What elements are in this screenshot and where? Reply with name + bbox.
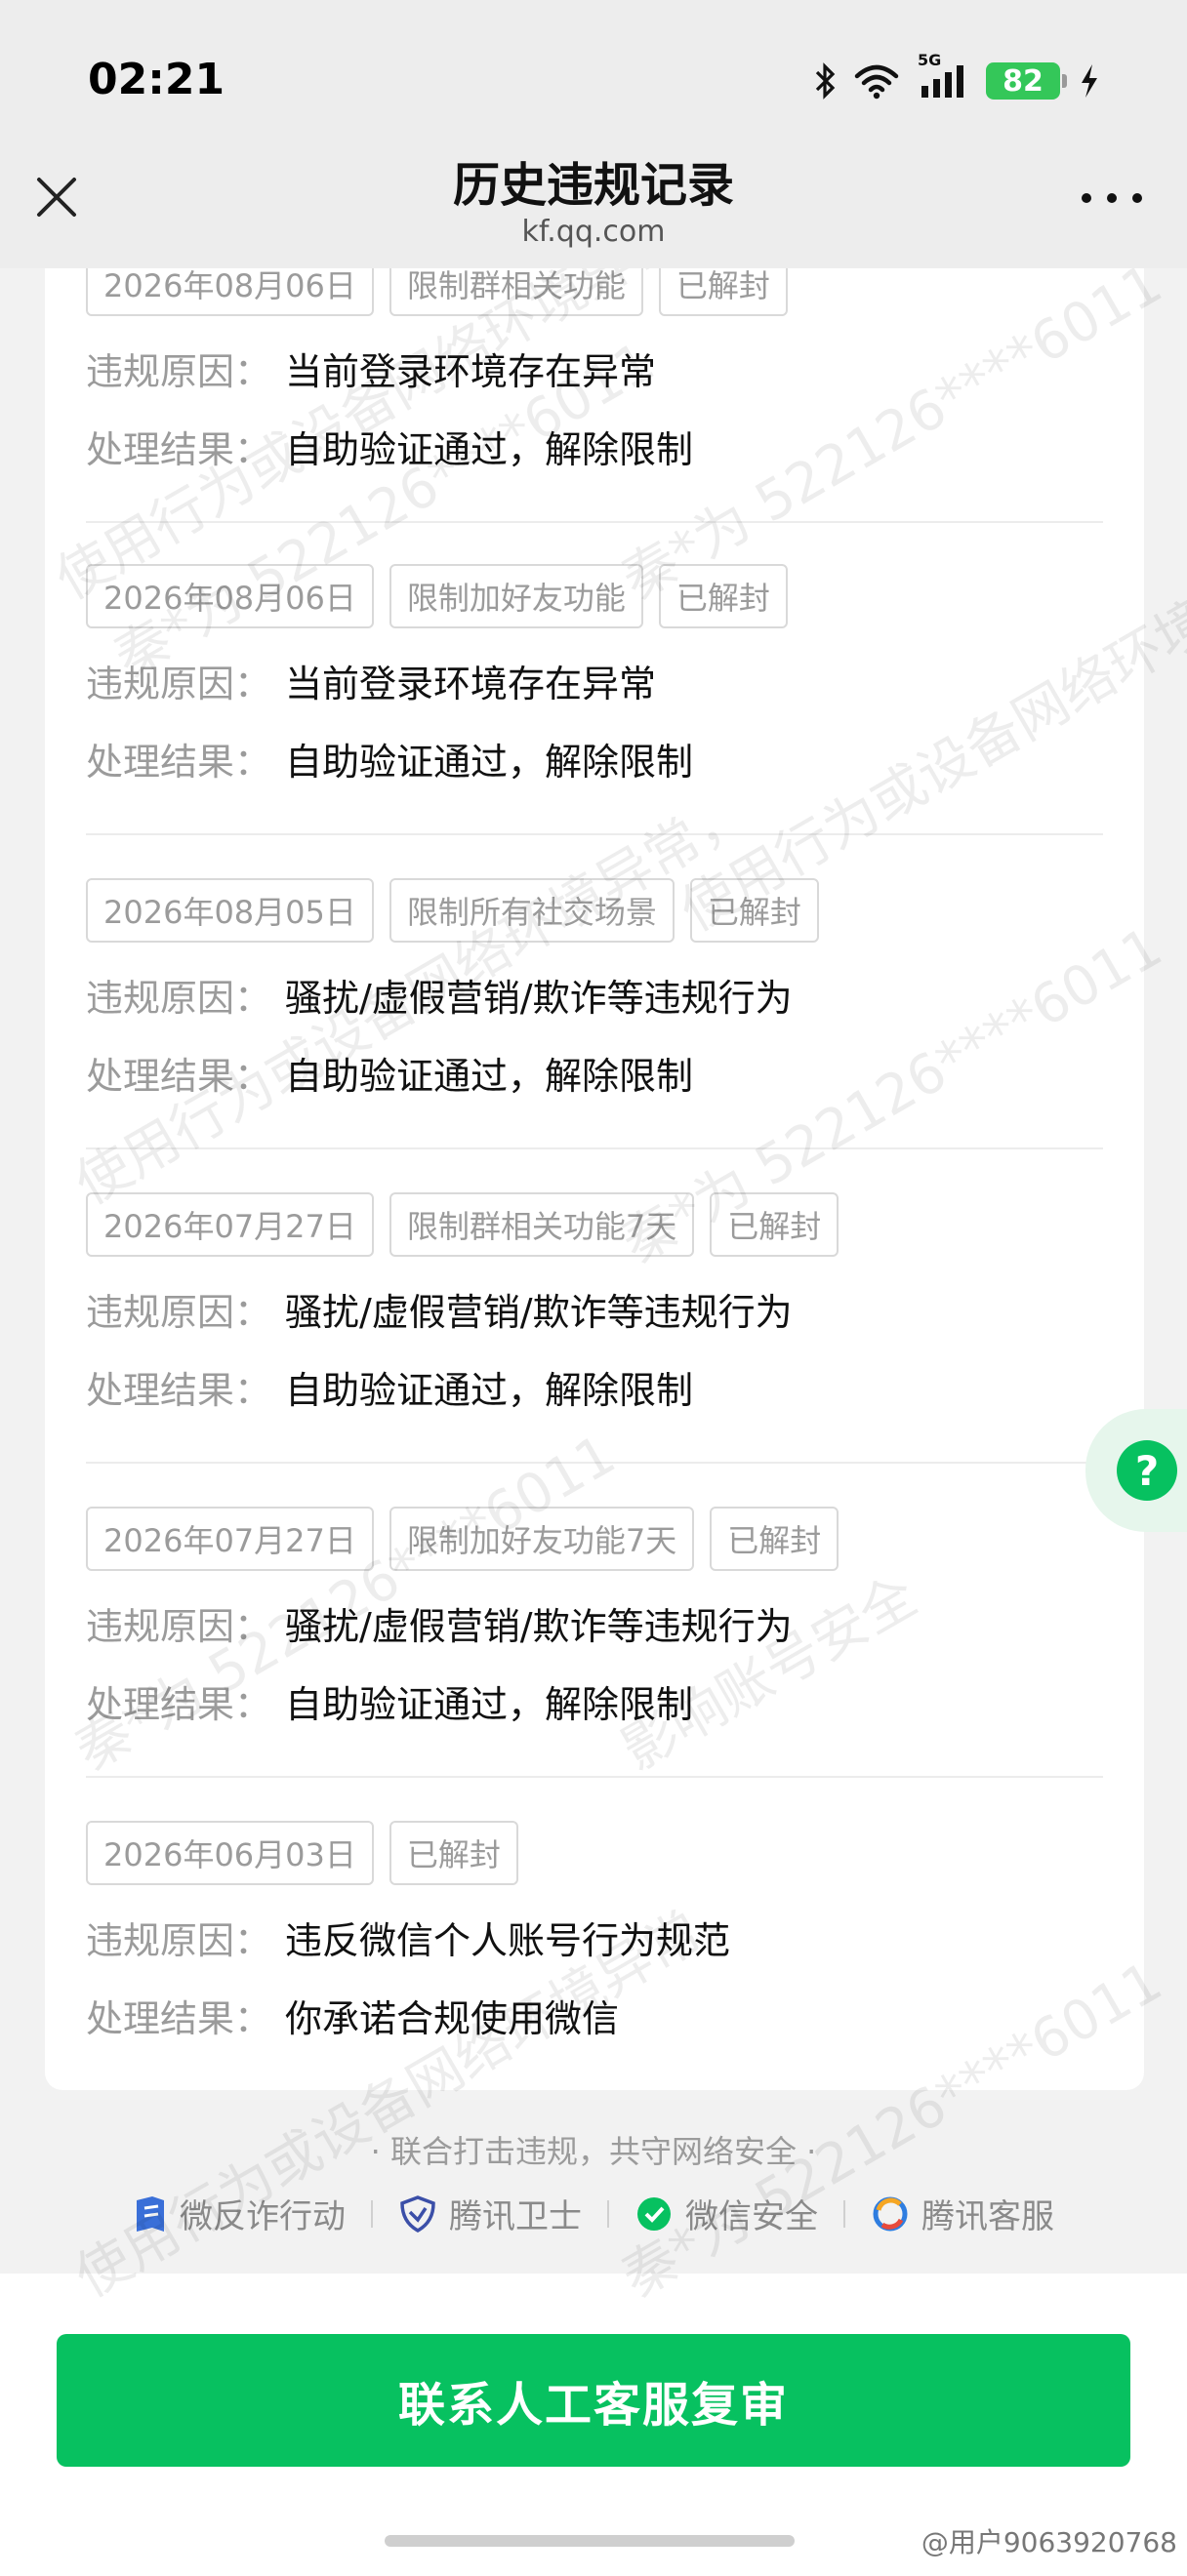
- reason-label: 违规原因：: [86, 350, 272, 393]
- record-tags: 2026年08月05日 限制所有社交场景 已解封: [86, 878, 1103, 943]
- partner-tencent-service: 腾讯客服: [845, 2190, 1080, 2237]
- records-card: 2026年08月06日 限制群相关功能 已解封 违规原因： 当前登录环境存在异常…: [45, 195, 1144, 2090]
- result-value: 自助验证通过，解除限制: [285, 1369, 694, 1412]
- date-tag: 2026年08月05日: [86, 878, 374, 943]
- result-line: 处理结果： 自助验证通过，解除限制: [86, 732, 693, 785]
- reason-value: 骚扰/虚假营销/欺诈等违规行为: [285, 1605, 793, 1648]
- reason-line: 违规原因： 违反微信个人账号行为规范: [86, 1911, 730, 1964]
- status-badge: 已解封: [710, 1507, 839, 1571]
- reason-label: 违规原因：: [86, 663, 272, 705]
- result-line: 处理结果： 自助验证通过，解除限制: [86, 1360, 693, 1414]
- top-bar: 02:21 5G 82 历史违规记录 kf.qq.com: [0, 0, 1187, 268]
- record-tags: 2026年07月27日 限制加好友功能7天 已解封: [86, 1507, 1103, 1571]
- record-item: 2026年06月03日 已解封 违规原因： 违反微信个人账号行为规范 处理结果：…: [86, 1821, 1103, 2040]
- reason-label: 违规原因：: [86, 1919, 272, 1962]
- result-value: 自助验证通过，解除限制: [285, 1055, 694, 1098]
- reason-line: 违规原因： 骚扰/虚假营销/欺诈等违规行为: [86, 1596, 793, 1650]
- divider: [86, 1462, 1103, 1464]
- wifi-icon: [853, 62, 900, 100]
- result-value: 自助验证通过，解除限制: [285, 1683, 694, 1726]
- result-label: 处理结果：: [86, 741, 272, 784]
- record-tags: 2026年06月03日 已解封: [86, 1821, 1103, 1885]
- reason-line: 违规原因： 当前登录环境存在异常: [86, 654, 656, 707]
- result-value: 自助验证通过，解除限制: [285, 428, 694, 471]
- page-url: kf.qq.com: [521, 215, 666, 249]
- result-line: 处理结果： 你承诺合规使用微信: [86, 1989, 619, 2042]
- record-item: 2026年07月27日 限制群相关功能7天 已解封 违规原因： 骚扰/虚假营销/…: [86, 1192, 1103, 1464]
- home-indicator[interactable]: [385, 2535, 795, 2547]
- reason-value: 骚扰/虚假营销/欺诈等违规行为: [285, 1291, 793, 1334]
- partner-label: 微信安全: [685, 2197, 818, 2236]
- date-tag: 2026年06月03日: [86, 1821, 374, 1885]
- reason-label: 违规原因：: [86, 977, 272, 1020]
- more-dot-icon: [1107, 193, 1117, 203]
- partner-anti-fraud: 微反诈行动: [107, 2190, 371, 2237]
- page-title: 历史违规记录: [452, 158, 734, 213]
- result-label: 处理结果：: [86, 1055, 272, 1098]
- reason-value: 违反微信个人账号行为规范: [285, 1919, 731, 1962]
- status-icons: 5G 82: [814, 51, 1101, 105]
- date-tag: 2026年07月27日: [86, 1192, 374, 1257]
- partner-wechat-security: 微信安全: [609, 2190, 843, 2237]
- record-tags: 2026年07月27日 限制群相关功能7天 已解封: [86, 1192, 1103, 1257]
- divider: [86, 1147, 1103, 1149]
- reason-label: 违规原因：: [86, 1291, 272, 1334]
- reason-line: 违规原因： 当前登录环境存在异常: [86, 342, 656, 395]
- tencent-service-icon: [873, 2196, 908, 2231]
- result-line: 处理结果： 自助验证通过，解除限制: [86, 1674, 693, 1728]
- battery-indicator: 82: [986, 62, 1067, 100]
- result-line: 处理结果： 自助验证通过，解除限制: [86, 420, 693, 473]
- more-dot-icon: [1132, 193, 1142, 203]
- divider: [86, 833, 1103, 835]
- divider: [86, 1776, 1103, 1778]
- restriction-tag: 限制群相关功能7天: [389, 1192, 695, 1257]
- result-label: 处理结果：: [86, 1683, 272, 1726]
- reason-line: 违规原因： 骚扰/虚假营销/欺诈等违规行为: [86, 1282, 793, 1336]
- reason-line: 违规原因： 骚扰/虚假营销/欺诈等违规行为: [86, 968, 793, 1022]
- contact-human-review-button[interactable]: 联系人工客服复审: [57, 2334, 1130, 2467]
- reason-value: 当前登录环境存在异常: [285, 663, 657, 705]
- result-label: 处理结果：: [86, 1369, 272, 1412]
- record-tags: 2026年08月06日 限制加好友功能 已解封: [86, 564, 1103, 628]
- reason-value: 骚扰/虚假营销/欺诈等违规行为: [285, 977, 793, 1020]
- date-tag: 2026年08月06日: [86, 564, 374, 628]
- result-value: 你承诺合规使用微信: [285, 1997, 620, 2040]
- charging-icon: [1078, 62, 1101, 100]
- partner-tencent-guard: 腾讯卫士: [373, 2190, 607, 2237]
- partner-label: 微反诈行动: [180, 2197, 346, 2236]
- restriction-tag: 限制加好友功能7天: [389, 1507, 695, 1571]
- partner-logos: 微反诈行动 腾讯卫士 微信安全 腾讯客服: [0, 2190, 1187, 2237]
- status-time: 02:21: [88, 55, 225, 104]
- reason-value: 当前登录环境存在异常: [285, 350, 657, 393]
- record-item: 2026年08月06日 限制加好友功能 已解封 违规原因： 当前登录环境存在异常…: [86, 564, 1103, 835]
- restriction-tag: 限制所有社交场景: [389, 878, 675, 943]
- partner-label: 腾讯客服: [921, 2197, 1054, 2236]
- result-label: 处理结果：: [86, 428, 272, 471]
- date-tag: 2026年07月27日: [86, 1507, 374, 1571]
- status-badge: 已解封: [689, 878, 819, 943]
- question-icon: ?: [1117, 1440, 1177, 1501]
- cellular-signal-icon: 5G: [918, 51, 968, 100]
- partner-label: 腾讯卫士: [449, 2197, 582, 2236]
- status-badge: 已解封: [710, 1192, 839, 1257]
- weibo-credit: @用户9063920768: [921, 2526, 1177, 2558]
- reason-label: 违规原因：: [86, 1605, 272, 1648]
- record-item: 2026年08月05日 限制所有社交场景 已解封 违规原因： 骚扰/虚假营销/欺…: [86, 878, 1103, 1149]
- status-badge: 已解封: [658, 564, 788, 628]
- more-dot-icon: [1082, 193, 1091, 203]
- result-line: 处理结果： 自助验证通过，解除限制: [86, 1046, 693, 1100]
- status-badge: 已解封: [389, 1821, 518, 1885]
- anti-fraud-icon: [137, 2195, 164, 2232]
- result-label: 处理结果：: [86, 1997, 272, 2040]
- footer-slogan: · 联合打击违规，共守网络安全 ·: [370, 2133, 817, 2170]
- result-value: 自助验证通过，解除限制: [285, 741, 694, 784]
- record-item: 2026年07月27日 限制加好友功能7天 已解封 违规原因： 骚扰/虚假营销/…: [86, 1507, 1103, 1778]
- wechat-security-icon: [637, 2196, 671, 2231]
- restriction-tag: 限制加好友功能: [389, 564, 643, 628]
- more-options-button[interactable]: [1082, 185, 1142, 211]
- bluetooth-icon: [814, 62, 836, 100]
- shield-icon: [400, 2194, 435, 2233]
- divider: [86, 521, 1103, 523]
- network-type: 5G: [918, 51, 942, 69]
